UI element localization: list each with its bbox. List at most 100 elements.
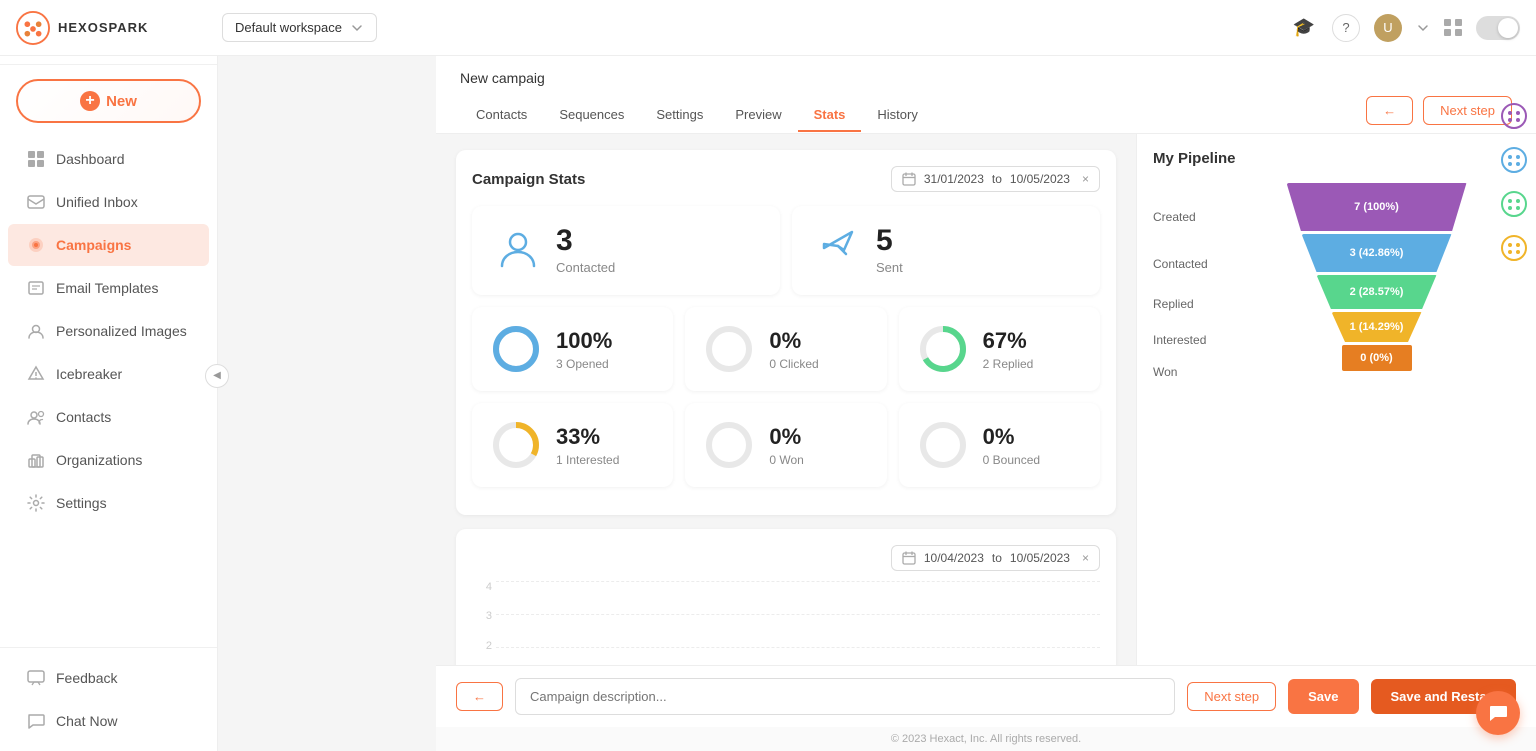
back-button-top[interactable]: ←: [1366, 96, 1413, 125]
sidebar-item-chat-now-label: Chat Now: [56, 713, 117, 729]
save-button[interactable]: Save: [1288, 679, 1358, 714]
graduation-icon[interactable]: 🎓: [1290, 14, 1318, 42]
date-range-clear[interactable]: ×: [1082, 172, 1089, 186]
contacted-value: 3: [556, 226, 615, 256]
new-label: New: [106, 93, 137, 110]
sidebar-item-unified-inbox[interactable]: Unified Inbox: [8, 181, 209, 223]
side-icon-1[interactable]: [1498, 100, 1530, 132]
content-area: Campaign Stats 31/01/2023 to 10/05/2023 …: [436, 134, 1536, 665]
funnel-bar-interested: 1 (14.29%): [1332, 312, 1422, 342]
date-range-picker[interactable]: 31/01/2023 to 10/05/2023 ×: [891, 166, 1100, 192]
icebreaker-icon: [26, 364, 46, 384]
y-label-4: 4: [486, 581, 492, 593]
sidebar-item-settings[interactable]: Settings: [8, 482, 209, 524]
sidebar-item-contacts-label: Contacts: [56, 409, 111, 425]
contacted-info: 3 Contacted: [556, 226, 615, 275]
funnel-bar-contacted: 3 (42.86%): [1302, 234, 1452, 272]
tab-sequences[interactable]: Sequences: [543, 99, 640, 132]
bounced-donut: [917, 419, 969, 471]
won-pct: 0%: [769, 424, 803, 450]
sidebar-item-feedback[interactable]: Feedback: [8, 657, 209, 699]
campaigns-icon: [26, 235, 46, 255]
sidebar-item-personalized-images[interactable]: Personalized Images: [8, 310, 209, 352]
help-icon[interactable]: ?: [1332, 14, 1360, 42]
user-avatar[interactable]: U: [1374, 14, 1402, 42]
sent-icon: [816, 226, 860, 275]
interested-count: 1 Interested: [556, 453, 619, 467]
topbar-logo-icon: [16, 11, 50, 45]
user-chevron-icon[interactable]: [1416, 21, 1430, 35]
funnel-label-interested: Interested: [1153, 323, 1223, 357]
back-button-bottom[interactable]: ←: [456, 682, 503, 711]
grid-icon[interactable]: [1444, 19, 1462, 36]
chart-plot: [496, 581, 1100, 665]
sidebar-item-email-templates[interactable]: Email Templates: [8, 267, 209, 309]
chart-date-from: 10/04/2023: [924, 551, 984, 565]
funnel-visual: 7 (100%) 3 (42.86%) 2 (28.57%) 1 (14.29%…: [1233, 183, 1520, 387]
sidebar-item-campaigns[interactable]: Campaigns: [8, 224, 209, 266]
tab-stats[interactable]: Stats: [798, 99, 862, 132]
footer: © 2023 Hexact, Inc. All rights reserved.: [436, 727, 1536, 751]
sidebar-item-icebreaker[interactable]: Icebreaker: [8, 353, 209, 395]
new-button[interactable]: + New: [16, 79, 201, 123]
stats-panel: Campaign Stats 31/01/2023 to 10/05/2023 …: [436, 134, 1136, 665]
chart-calendar-icon: [902, 551, 916, 565]
campaign-title: New campaig: [460, 70, 545, 86]
sidebar-collapse-button[interactable]: ◀: [205, 364, 229, 388]
topbar-logo-area: HEXOSPARK: [0, 11, 218, 45]
sidebar-item-unified-inbox-label: Unified Inbox: [56, 194, 138, 210]
sidebar-item-organizations[interactable]: Organizations: [8, 439, 209, 481]
funnel-bar-created: 7 (100%): [1287, 183, 1467, 231]
y-label-2: 2: [486, 640, 492, 652]
sidebar-item-campaigns-label: Campaigns: [56, 237, 131, 253]
bottom-bar: ← Next step Save Save and Restart: [436, 665, 1536, 727]
side-icon-3[interactable]: [1498, 188, 1530, 220]
h-line-4: [496, 581, 1100, 582]
tab-settings[interactable]: Settings: [640, 99, 719, 132]
inbox-icon: [26, 192, 46, 212]
chart-date-row: 10/04/2023 to 10/05/2023 ×: [472, 545, 1100, 571]
won-count: 0 Won: [769, 453, 803, 467]
h-line-3: [496, 614, 1100, 615]
clicked-pct: 0%: [769, 328, 818, 354]
topbar-logo-text: HEXOSPARK: [58, 20, 148, 35]
chart-date-range-picker[interactable]: 10/04/2023 to 10/05/2023 ×: [891, 545, 1100, 571]
sent-info: 5 Sent: [876, 226, 903, 275]
date-to-label: to: [992, 172, 1002, 186]
sidebar-item-organizations-label: Organizations: [56, 452, 142, 468]
side-icon-2[interactable]: [1498, 144, 1530, 176]
pipeline-panel: My Pipeline Created Contacted Replied In…: [1136, 134, 1536, 665]
workspace-selector[interactable]: Default workspace: [222, 13, 377, 42]
sidebar-item-settings-label: Settings: [56, 495, 107, 511]
feedback-icon: [26, 668, 46, 688]
funnel-label-won: Won: [1153, 357, 1223, 387]
won-card: 0% 0 Won: [685, 403, 886, 487]
chart-date-range-clear[interactable]: ×: [1082, 551, 1089, 565]
won-donut: [703, 419, 755, 471]
campaign-tabs: Contacts Sequences Settings Preview Stat…: [460, 96, 1512, 133]
tab-preview[interactable]: Preview: [719, 99, 797, 132]
funnel-labels: Created Contacted Replied Interested Won: [1153, 183, 1223, 387]
funnel-label-contacted: Contacted: [1153, 243, 1223, 285]
chat-button[interactable]: [1476, 691, 1520, 735]
next-step-button-bottom[interactable]: Next step: [1187, 682, 1276, 711]
sidebar-item-chat-now[interactable]: Chat Now: [8, 700, 209, 742]
clicked-card: 0% 0 Clicked: [685, 307, 886, 391]
replied-count: 2 Replied: [983, 357, 1034, 371]
replied-card: 67% 2 Replied: [899, 307, 1100, 391]
workspace-label: Default workspace: [235, 20, 342, 35]
y-label-3: 3: [486, 610, 492, 622]
side-icon-4[interactable]: [1498, 232, 1530, 264]
tab-history[interactable]: History: [861, 99, 933, 132]
pipeline-title: My Pipeline: [1153, 150, 1520, 167]
sidebar-item-dashboard[interactable]: Dashboard: [8, 138, 209, 180]
toggle-switch[interactable]: [1476, 16, 1520, 40]
funnel-bar-replied: 2 (28.57%): [1317, 275, 1437, 309]
sidebar-nav: Dashboard Unified Inbox Campaigns Email …: [0, 137, 217, 647]
sidebar-item-contacts[interactable]: Contacts: [8, 396, 209, 438]
dashboard-icon: [26, 149, 46, 169]
chart-area: 4 3 2 1: [472, 581, 1100, 665]
tab-contacts[interactable]: Contacts: [460, 99, 543, 132]
campaign-description-input[interactable]: [515, 678, 1175, 715]
funnel-wrapper: Created Contacted Replied Interested Won…: [1153, 183, 1520, 387]
